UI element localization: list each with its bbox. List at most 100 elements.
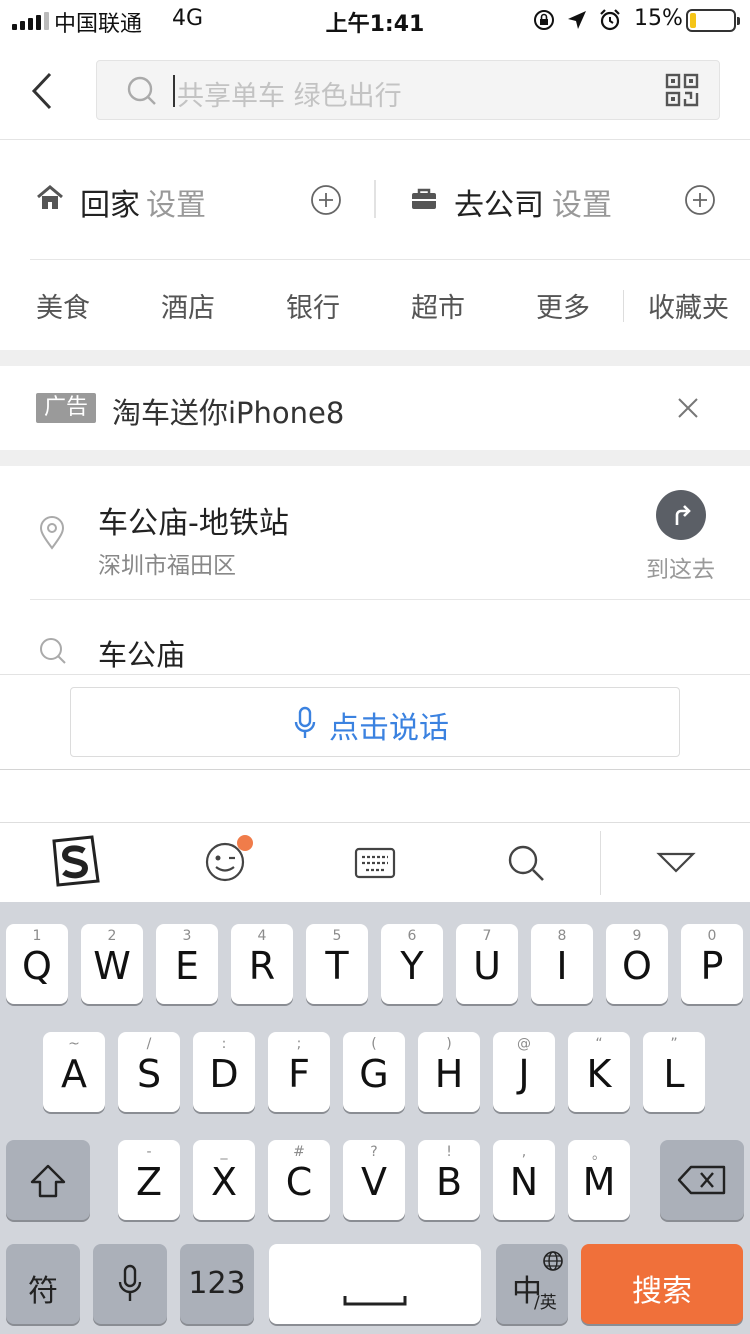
home-label[interactable]: 回家 [80, 180, 140, 224]
home-set-link[interactable]: 设置 [146, 180, 206, 224]
key-hint: “ [595, 1036, 603, 1052]
category-favorites[interactable]: 收藏夹 [648, 286, 729, 325]
key-m[interactable]: 。 M [568, 1140, 630, 1220]
key-v[interactable]: ? V [343, 1140, 405, 1220]
key-label: M [582, 1160, 616, 1204]
directions-label[interactable]: 到这去 [646, 550, 715, 584]
company-set-link[interactable]: 设置 [552, 180, 612, 224]
collapse-keyboard-icon[interactable] [656, 851, 696, 875]
microphone-icon [118, 1264, 142, 1301]
key-label: O [622, 944, 652, 988]
keyboard-icon[interactable] [354, 847, 396, 879]
key-label: R [248, 944, 276, 988]
category-food[interactable]: 美食 [36, 286, 90, 325]
key-label: T [325, 944, 349, 988]
key-a[interactable]: ~ A [43, 1032, 105, 1112]
key-t[interactable]: 5T [306, 924, 368, 1004]
category-more[interactable]: 更多 [536, 286, 590, 325]
key-f[interactable]: ; F [268, 1032, 330, 1112]
key-label: Q [22, 944, 52, 988]
search-input[interactable]: 共享单车 绿色出行 [96, 60, 720, 120]
search-icon [127, 76, 156, 105]
key-r[interactable]: 4R [231, 924, 293, 1004]
key-label: C [285, 1160, 313, 1204]
key-c[interactable]: # C [268, 1140, 330, 1220]
search-key[interactable]: 搜索 [581, 1244, 743, 1324]
key-y[interactable]: 6Y [381, 924, 443, 1004]
key-label: N [509, 1160, 539, 1204]
category-bank[interactable]: 银行 [286, 286, 340, 325]
key-u[interactable]: 7U [456, 924, 518, 1004]
key-x[interactable]: _ X [193, 1140, 255, 1220]
language-switch-key[interactable]: 中 /英 [496, 1244, 568, 1324]
key-hint: 6 [407, 928, 417, 944]
back-chevron-icon[interactable] [22, 66, 62, 116]
divider [600, 831, 601, 895]
key-hint: ! [446, 1144, 452, 1160]
key-hint: ? [370, 1144, 378, 1160]
tap-to-speak-button[interactable]: 点击说话 [70, 687, 680, 757]
key-hint: /英 [534, 1293, 557, 1313]
backspace-key[interactable] [660, 1140, 744, 1220]
key-label: X [210, 1160, 238, 1204]
key-hint: ~ [68, 1036, 80, 1052]
key-e[interactable]: 3E [156, 924, 218, 1004]
key-j[interactable]: @ J [493, 1032, 555, 1112]
voice-key[interactable] [93, 1244, 167, 1324]
turn-right-arrow-icon [675, 505, 691, 525]
key-label: U [473, 944, 501, 988]
key-s[interactable]: / S [118, 1032, 180, 1112]
backspace-icon [677, 1165, 726, 1195]
key-n[interactable]: ,N [493, 1140, 555, 1220]
text-cursor [173, 75, 175, 107]
symbols-key[interactable]: 符 [6, 1244, 80, 1324]
history-item[interactable]: 车公庙 [0, 600, 750, 674]
key-g[interactable]: (G [343, 1032, 405, 1112]
key-d[interactable]: :D [193, 1032, 255, 1112]
key-label: G [359, 1052, 389, 1096]
sogou-logo-icon[interactable] [48, 835, 102, 889]
ad-text[interactable]: 淘车送你iPhone8 [112, 390, 344, 432]
key-hint: 4 [257, 928, 267, 944]
directions-button[interactable] [656, 490, 706, 540]
category-supermarket[interactable]: 超市 [411, 286, 465, 325]
key-label: J [518, 1052, 530, 1096]
keyboard-toolbar [0, 822, 750, 902]
key-label: V [361, 1160, 387, 1204]
qr-code-icon[interactable] [665, 73, 699, 107]
search-result-item[interactable]: 车公庙-地铁站 深圳市福田区 到这去 [0, 466, 750, 600]
key-hint: : [221, 1036, 227, 1052]
key-p[interactable]: 0P [681, 924, 743, 1004]
shift-key[interactable] [6, 1140, 90, 1220]
key-hint: @ [517, 1036, 531, 1052]
location-pin-icon [39, 516, 65, 550]
category-hotel[interactable]: 酒店 [161, 286, 215, 325]
company-label[interactable]: 去公司 [454, 180, 544, 224]
battery-icon [686, 9, 740, 32]
key-hint: / [146, 1036, 152, 1052]
key-w[interactable]: 2W [81, 924, 143, 1004]
key-i[interactable]: 8I [531, 924, 593, 1004]
result-address: 深圳市福田区 [98, 553, 236, 579]
space-key[interactable] [269, 1244, 481, 1324]
key-h[interactable]: ) H [418, 1032, 480, 1112]
result-name: 车公庙-地铁站 [98, 506, 289, 541]
key-o[interactable]: 9O [606, 924, 668, 1004]
ad-banner[interactable]: 广告 淘车送你iPhone8 [0, 366, 750, 450]
key-z[interactable]: -Z [118, 1140, 180, 1220]
key-label: 搜索 [632, 1274, 692, 1309]
divider [30, 259, 750, 260]
microphone-icon [294, 706, 316, 738]
orientation-lock-icon [534, 10, 554, 30]
add-company-icon[interactable] [684, 184, 716, 216]
close-ad-icon[interactable] [676, 396, 700, 420]
key-label: B [435, 1160, 463, 1204]
add-home-icon[interactable] [310, 184, 342, 216]
key-b[interactable]: ! B [418, 1140, 480, 1220]
key-k[interactable]: “K [568, 1032, 630, 1112]
search-icon[interactable] [506, 843, 546, 883]
key-l[interactable]: ” L [643, 1032, 705, 1112]
key-q[interactable]: 1Q [6, 924, 68, 1004]
numbers-key[interactable]: 123 [180, 1244, 254, 1324]
key-hint: , [521, 1144, 527, 1160]
